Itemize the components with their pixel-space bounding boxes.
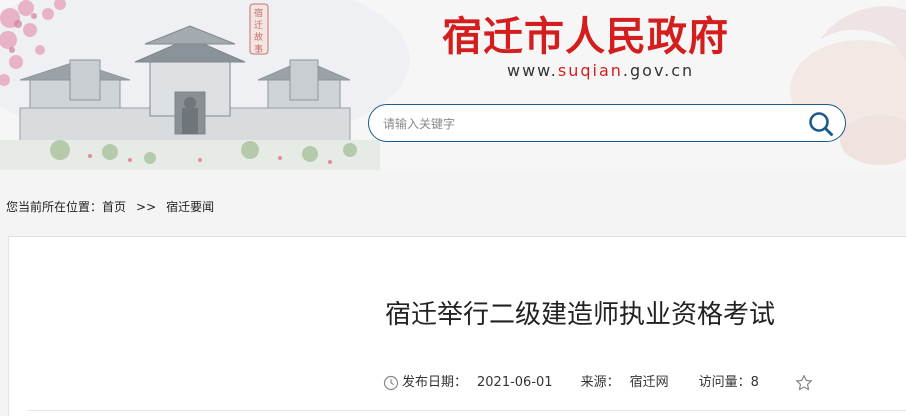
breadcrumb-separator: >> xyxy=(136,200,157,214)
publish-date: 发布日期： 2021-06-01 xyxy=(383,373,553,393)
breadcrumb: 您当前所在位置：首页 >> 宿迁要闻 xyxy=(6,198,214,216)
site-title[interactable]: 宿迁市人民政府 xyxy=(442,12,729,62)
search-box xyxy=(368,104,846,142)
views-label: 访问量： xyxy=(698,375,751,390)
article-title: 宿迁举行二级建造师执业资格考试 xyxy=(385,300,776,330)
breadcrumb-current-link[interactable]: 宿迁要闻 xyxy=(166,200,214,214)
site-url: www.suqian.gov.cn xyxy=(507,60,694,82)
seal-char: 迁 xyxy=(254,20,263,31)
header-banner: 宿 迁 故 事 宿迁市人民政府 www.suqian.gov.cn xyxy=(0,0,906,170)
breadcrumb-home-link[interactable]: 首页 xyxy=(102,200,126,214)
search-input[interactable] xyxy=(383,113,783,135)
article-source: 来源： 宿迁网 xyxy=(581,373,669,393)
clock-icon xyxy=(383,375,399,391)
source-value: 宿迁网 xyxy=(629,375,669,390)
search-icon[interactable] xyxy=(807,110,835,138)
view-count: 访问量： 8 xyxy=(699,373,759,393)
source-label: 来源： xyxy=(580,375,620,390)
article-meta: 发布日期： 2021-06-01 来源： 宿迁网 访问量： 8 xyxy=(383,373,813,393)
star-icon[interactable] xyxy=(795,374,813,392)
seal-char: 故 xyxy=(254,31,263,43)
seal-char: 宿 xyxy=(254,7,263,19)
meta-divider xyxy=(28,410,906,411)
views-value: 8 xyxy=(750,375,759,390)
breadcrumb-prefix: 您当前所在位置： xyxy=(6,200,103,214)
url-suffix: .gov.cn xyxy=(622,61,695,80)
url-prefix: www. xyxy=(507,61,558,80)
url-domain: suqian xyxy=(557,61,623,80)
date-value: 2021-06-01 xyxy=(477,375,553,390)
date-label: 发布日期： xyxy=(402,375,468,390)
seal-char: 事 xyxy=(254,43,263,55)
